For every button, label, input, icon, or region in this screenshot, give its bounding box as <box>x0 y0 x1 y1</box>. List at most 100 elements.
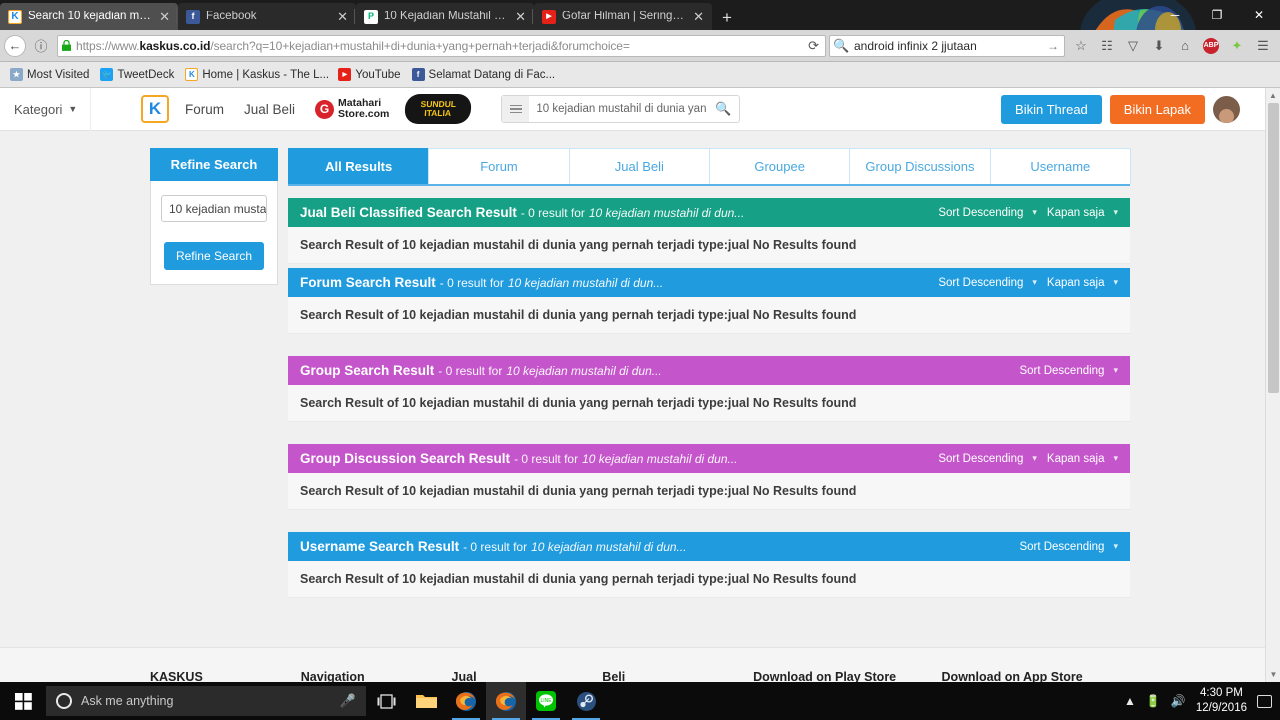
kaskus-search-box[interactable]: 10 kejadian mustahil di dunia yang perr … <box>501 95 741 123</box>
url-bar[interactable]: https://www.kaskus.co.id/search?q=10+kej… <box>57 34 826 57</box>
kaskus-search-input[interactable]: 10 kejadian mustahil di dunia yang perr <box>529 103 707 115</box>
close-icon[interactable]: ✕ <box>335 10 350 23</box>
kaskus-icon: K <box>185 68 199 81</box>
time-filter-dropdown[interactable]: Kapan saja ▾ <box>1047 453 1118 465</box>
nav-link-jual-beli[interactable]: Jual Beli <box>244 102 295 117</box>
home-icon[interactable]: ⌂ <box>1172 33 1198 59</box>
line-icon[interactable]: LINE <box>526 682 566 720</box>
page-scrollbar[interactable]: ▲ ▼ <box>1265 88 1280 682</box>
kategori-dropdown[interactable]: Kategori ▼ <box>0 88 90 131</box>
result-query: 10 kejadian mustahil di dun... <box>507 275 664 290</box>
time-filter-dropdown[interactable]: Kapan saja ▾ <box>1047 207 1118 219</box>
download-icon[interactable]: ⬇ <box>1146 33 1172 59</box>
close-icon[interactable]: ✕ <box>157 10 172 23</box>
microphone-icon[interactable]: 🎤 <box>340 693 356 709</box>
sort-descending-dropdown[interactable]: Sort Descending ▾ <box>938 277 1037 289</box>
task-view-icon[interactable] <box>366 682 406 720</box>
sundul-italia-logo[interactable]: SUNDUL ITALIA <box>404 94 473 124</box>
tab-jual-beli[interactable]: Jual Beli <box>568 148 710 184</box>
tab-title: Search 10 kejadian musta... <box>28 10 152 22</box>
start-button[interactable] <box>0 682 46 720</box>
adblock-icon[interactable]: ABP <box>1198 33 1224 59</box>
search-icon[interactable]: 🔍 <box>707 101 739 117</box>
tab-username[interactable]: Username <box>989 148 1131 184</box>
avatar[interactable] <box>1213 95 1240 123</box>
taskbar-clock[interactable]: 4:30 PM 12/9/2016 <box>1196 686 1247 716</box>
tab-forum[interactable]: Forum <box>428 148 570 184</box>
browser-tab-4[interactable]: ▶ Gofar Hilman | Seringai x ... ✕ <box>532 3 712 30</box>
bikin-lapak-button[interactable]: Bikin Lapak <box>1109 94 1205 124</box>
bookmark-kaskus-home[interactable]: K Home | Kaskus - The L... <box>181 66 331 83</box>
scroll-up-icon[interactable]: ▲ <box>1266 88 1280 103</box>
browser-tab-2[interactable]: f Facebook ✕ <box>176 3 356 30</box>
time-filter-dropdown[interactable]: Kapan saja ▾ <box>1047 277 1118 289</box>
matahari-text: Matahari Store.com <box>338 96 390 120</box>
sort-descending-dropdown[interactable]: Sort Descending ▾ <box>1019 541 1118 553</box>
cortana-search-box[interactable]: Ask me anything 🎤 <box>46 686 366 716</box>
steam-icon[interactable] <box>566 682 606 720</box>
firefox-icon-2[interactable] <box>486 682 526 720</box>
firefox-icon-1[interactable] <box>446 682 486 720</box>
bookmark-most-visited[interactable]: ★ Most Visited <box>6 66 93 83</box>
scroll-down-icon[interactable]: ▼ <box>1266 667 1280 682</box>
maximize-button[interactable]: ❐ <box>1196 0 1238 30</box>
browser-navbar: ← ⓘ https://www.kaskus.co.id/search?q=10… <box>0 30 1280 62</box>
pocket-icon[interactable]: ▽ <box>1120 33 1146 59</box>
tab-title: Gofar Hilman | Seringai x ... <box>562 10 685 22</box>
sort-descending-dropdown[interactable]: Sort Descending ▾ <box>938 453 1037 465</box>
browser-tab-3[interactable]: P 10 Kejadian Mustahil Di D... ✕ <box>354 3 534 30</box>
result-title: Jual Beli Classified Search Result <box>300 205 517 220</box>
action-center-icon[interactable] <box>1257 694 1272 708</box>
hamburger-menu-icon[interactable]: ☰ <box>1250 33 1276 59</box>
bookmark-label: TweetDeck <box>117 68 175 81</box>
firefox-glyph <box>455 691 476 711</box>
kaskus-topnav: Kategori ▼ K Forum Jual Beli G Matahari … <box>0 88 1280 131</box>
window-close-button[interactable]: ✕ <box>1238 0 1280 30</box>
volume-icon[interactable]: 🔊 <box>1171 694 1186 708</box>
result-title: Group Discussion Search Result <box>300 451 511 466</box>
matahari-store-logo[interactable]: G Matahari Store.com <box>315 96 390 120</box>
kaskus-logo[interactable]: K <box>141 95 169 123</box>
nav-link-forum[interactable]: Forum <box>185 102 224 117</box>
youtube-icon: ▶ <box>542 9 556 24</box>
youtube-icon: ▶ <box>338 68 352 81</box>
sort-descending-dropdown[interactable]: Sort Descending ▾ <box>1019 365 1118 377</box>
chevron-down-icon: ▾ <box>1113 207 1118 217</box>
close-icon[interactable]: ✕ <box>691 10 706 23</box>
footer-heading: Download on App Store <box>941 670 1083 682</box>
tab-group-discussions[interactable]: Group Discussions <box>849 148 991 184</box>
bookmark-tweetdeck[interactable]: 🐦 TweetDeck <box>96 66 178 83</box>
scrollbar-thumb[interactable] <box>1268 103 1279 393</box>
back-icon[interactable]: ← <box>4 34 26 57</box>
tab-groupee[interactable]: Groupee <box>708 148 851 184</box>
close-icon[interactable]: ✕ <box>513 10 528 23</box>
refine-sidebar: Refine Search 10 kejadian musta Refine S… <box>150 148 278 647</box>
browser-search-input[interactable]: android infinix 2 jjutaan <box>854 39 1041 53</box>
reading-list-icon[interactable]: ☷ <box>1094 33 1120 59</box>
page-info-icon[interactable]: ⓘ <box>28 33 54 59</box>
refine-search-input[interactable]: 10 kejadian musta <box>161 195 267 222</box>
battery-icon[interactable]: 🔋 <box>1146 694 1161 708</box>
tab-title: Facebook <box>206 10 257 22</box>
result-header: Forum Search Result - 0 result for 10 ke… <box>288 268 1130 297</box>
show-hidden-icons-icon[interactable]: ▲ <box>1124 694 1136 708</box>
go-arrow-icon[interactable]: → <box>1047 39 1059 53</box>
site-footer: KASKUS Pusat Bantuan Tentang Kami Berikl… <box>0 647 1280 682</box>
file-explorer-icon[interactable] <box>406 682 446 720</box>
search-category-icon[interactable] <box>502 96 530 122</box>
cortana-placeholder: Ask me anything <box>81 694 174 708</box>
new-tab-button[interactable]: + <box>712 9 742 30</box>
refine-search-button[interactable]: Refine Search <box>163 242 265 270</box>
bookmark-youtube[interactable]: ▶ YouTube <box>334 66 404 83</box>
addon-puzzle-icon[interactable]: ✦ <box>1224 33 1250 59</box>
browser-tab-1[interactable]: K Search 10 kejadian musta... ✕ <box>0 3 178 30</box>
bookmark-facebook[interactable]: f Selamat Datang di Fac... <box>408 66 558 83</box>
minimize-button[interactable]: ─ <box>1154 0 1196 30</box>
bookmark-star-icon[interactable]: ☆ <box>1068 33 1094 59</box>
bikin-thread-button[interactable]: Bikin Thread <box>1001 94 1102 124</box>
browser-search-bar[interactable]: 🔍 android infinix 2 jjutaan → <box>829 34 1065 57</box>
footer-column-beli: Beli Cara MembeliUpdated Pembelian - FAQ… <box>602 670 753 682</box>
sort-descending-dropdown[interactable]: Sort Descending ▾ <box>938 207 1037 219</box>
reload-icon[interactable]: ⟳ <box>808 38 821 54</box>
tab-all-results[interactable]: All Results <box>288 148 430 184</box>
